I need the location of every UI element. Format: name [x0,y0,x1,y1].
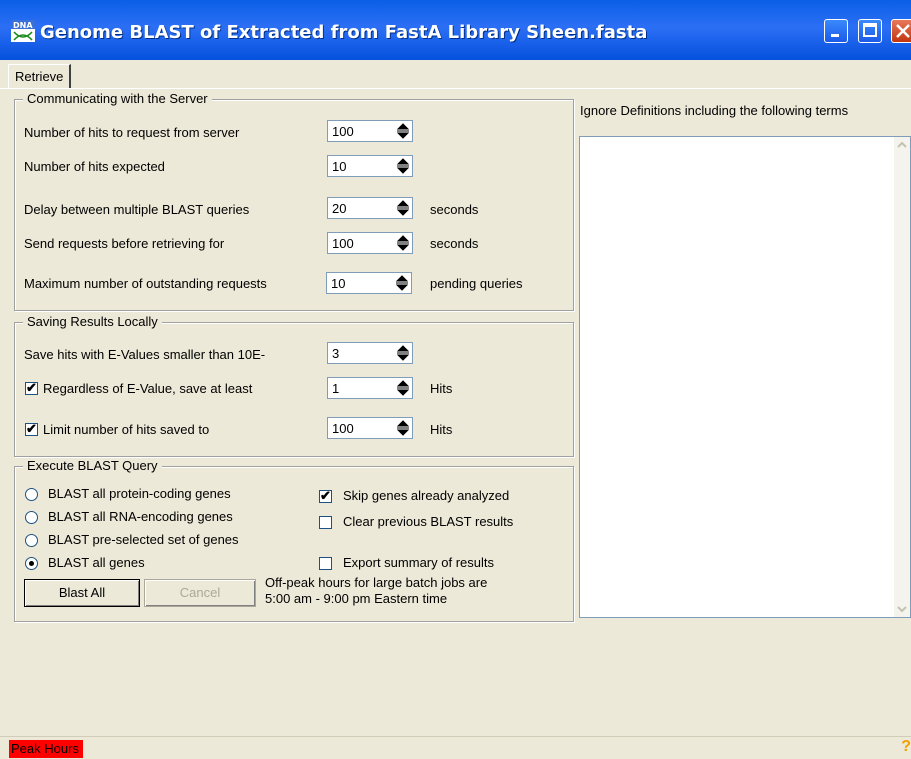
clear-previous-label: Clear previous BLAST results [343,514,514,529]
ignore-terms-listbox[interactable] [579,136,911,618]
evalue-spinner[interactable] [327,342,413,364]
send-requests-input[interactable] [330,234,384,252]
hits-request-label: Number of hits to request from server [24,125,240,140]
radio-rna-encoding[interactable] [25,511,38,524]
max-outstanding-spinner[interactable] [326,272,412,294]
scroll-up-icon[interactable] [894,137,910,153]
limit-spinner[interactable] [327,417,413,439]
radio-selected-dot [29,561,34,566]
peak-hours-indicator: Peak Hours [9,740,83,758]
limit-label: Limit number of hits saved to [43,422,210,437]
spinner-arrows-icon[interactable] [396,158,410,174]
clear-previous-checkbox[interactable] [319,516,332,529]
checkmark-icon: ✔ [26,421,37,436]
saving-group-legend: Saving Results Locally [23,314,162,329]
spinner-arrows-icon[interactable] [396,123,410,139]
hits-expected-label: Number of hits expected [24,159,165,174]
limit-unit: Hits [430,422,453,437]
offpeak-note-line1: Off-peak hours for large batch jobs are [265,575,488,590]
save-at-least-checkbox[interactable]: ✔ [25,380,38,395]
title-bar: DNA Genome BLAST of Extracted from FastA… [0,0,911,60]
window-title: Genome BLAST of Extracted from FastA Lib… [40,22,648,43]
max-outstanding-label: Maximum number of outstanding requests [24,276,267,291]
tab-retrieve[interactable]: Retrieve [8,64,72,89]
hits-request-spinner[interactable] [327,120,413,142]
spinner-arrows-icon[interactable] [396,380,410,396]
radio-rna-encoding-label: BLAST all RNA-encoding genes [48,509,233,524]
checkmark-icon: ✔ [26,380,37,395]
offpeak-note-line2: 5:00 am - 9:00 pm Eastern time [265,591,448,606]
skip-analyzed-label: Skip genes already analyzed [343,488,510,503]
export-summary-label: Export summary of results [343,555,494,570]
listbox-scrollbar[interactable] [894,137,910,617]
hits-expected-spinner[interactable] [327,155,413,177]
dna-app-icon: DNA [11,20,35,42]
send-requests-label: Send requests before retrieving for [24,236,225,251]
close-button[interactable] [891,19,911,43]
limit-input[interactable] [330,419,384,437]
svg-text:DNA: DNA [13,21,33,30]
save-at-least-spinner[interactable] [327,377,413,399]
maximize-button[interactable] [858,19,882,43]
skip-analyzed-checkbox[interactable]: ✔ [319,488,332,503]
close-icon [896,24,910,38]
delay-spinner[interactable] [327,197,413,219]
ignore-definitions-label: Ignore Definitions including the followi… [580,103,849,118]
tab-strip: Retrieve [0,60,911,89]
spinner-arrows-icon[interactable] [396,235,410,251]
save-at-least-unit: Hits [430,381,453,396]
execute-group-legend: Execute BLAST Query [23,458,162,473]
tab-divider [0,88,911,89]
status-bar: Peak Hours ? [0,736,911,759]
delay-label: Delay between multiple BLAST queries [24,202,250,217]
spinner-arrows-icon[interactable] [396,200,410,216]
radio-all-genes-label: BLAST all genes [48,555,145,570]
hits-expected-input[interactable] [330,157,384,175]
evalue-input[interactable] [330,344,384,362]
server-group-legend: Communicating with the Server [23,91,212,106]
export-summary-checkbox[interactable] [319,557,332,570]
maximize-icon [863,23,877,37]
delay-unit: seconds [430,202,479,217]
radio-protein-coding[interactable] [25,488,38,501]
radio-all-genes[interactable] [25,557,38,570]
delay-input[interactable] [330,199,384,217]
minimize-icon [831,34,839,37]
minimize-button[interactable] [824,19,848,43]
limit-checkbox[interactable]: ✔ [25,421,38,436]
max-outstanding-input[interactable] [329,274,383,292]
send-requests-spinner[interactable] [327,232,413,254]
spinner-arrows-icon[interactable] [396,420,410,436]
evalue-label: Save hits with E-Values smaller than 10E… [24,347,266,362]
radio-pre-selected[interactable] [25,534,38,547]
checkmark-icon: ✔ [320,488,331,503]
save-at-least-label: Regardless of E-Value, save at least [43,381,253,396]
radio-pre-selected-label: BLAST pre-selected set of genes [48,532,239,547]
send-requests-unit: seconds [430,236,479,251]
help-icon[interactable]: ? [901,738,911,756]
cancel-button[interactable]: Cancel [144,579,256,607]
spinner-arrows-icon[interactable] [396,345,410,361]
blast-all-button[interactable]: Blast All [24,579,140,607]
spinner-arrows-icon[interactable] [395,275,409,291]
scroll-down-icon[interactable] [894,601,910,617]
max-outstanding-unit: pending queries [430,276,523,291]
save-at-least-input[interactable] [330,379,384,397]
radio-protein-coding-label: BLAST all protein-coding genes [48,486,231,501]
hits-request-input[interactable] [330,122,384,140]
